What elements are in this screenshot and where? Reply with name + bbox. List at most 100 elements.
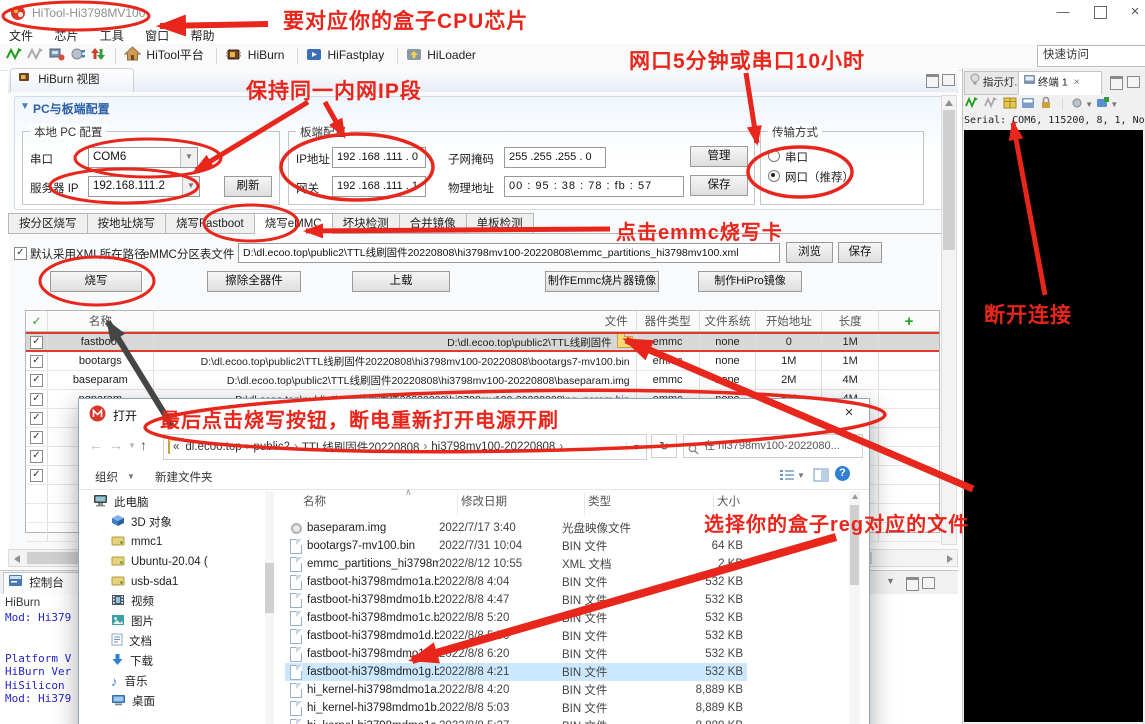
tree-item-videos[interactable]: 视频 — [111, 592, 154, 610]
history-dropdown-icon[interactable]: ▼ — [128, 441, 136, 450]
radio-serial[interactable] — [768, 150, 780, 162]
home-icon[interactable] — [124, 46, 141, 65]
minimize-button[interactable]: — — [1048, 0, 1078, 24]
view-list-icon[interactable] — [779, 468, 795, 485]
server-ip-dropdown-icon[interactable]: ▼ — [182, 177, 199, 196]
terminal-tab-close-icon[interactable]: × — [1074, 76, 1080, 88]
tree-scrollbar[interactable] — [265, 491, 274, 724]
check-all-icon[interactable]: ✓ — [26, 311, 48, 331]
file-row[interactable]: fastboot-hi3798mdmo1a.bin2022/8/8 4:04BI… — [285, 573, 747, 591]
make-hipro-image-button[interactable]: 制作HiPro镜像 — [698, 271, 802, 292]
file-row[interactable]: hi_kernel-hi3798mdmo1b.bin2022/8/8 5:03B… — [285, 699, 747, 717]
row-checkbox[interactable]: ✓ — [30, 393, 43, 406]
col-file[interactable]: 文件 — [154, 311, 637, 331]
board-ip-field[interactable]: 192 .168 .111 . 0 — [332, 147, 426, 168]
tree-item-mmc1[interactable]: mmc1 — [111, 533, 162, 551]
toolbar-hiloader[interactable]: HiLoader — [427, 48, 476, 62]
close-button[interactable]: × — [1124, 0, 1145, 24]
scrollbar-thumb[interactable] — [943, 110, 955, 250]
file-row[interactable]: emmc_partitions_hi3798mv100.xml2022/8/12… — [285, 555, 747, 573]
row-checkbox[interactable]: ✓ — [30, 374, 43, 387]
view-minimize-icon[interactable] — [926, 74, 939, 88]
file-row[interactable]: fastboot-hi3798mdmo1c.bin2022/8/8 5:20BI… — [285, 609, 747, 627]
terminal-disconnect-icon[interactable] — [983, 95, 999, 113]
search-input[interactable]: 在 hi3798mv100-2022080... — [683, 434, 863, 458]
plug-icon[interactable] — [69, 46, 87, 65]
menu-chip[interactable]: 芯片 — [45, 26, 87, 45]
terminal-new-icon[interactable] — [1096, 96, 1110, 112]
view-maximize-icon[interactable] — [942, 74, 955, 86]
dropdown-icon[interactable]: ▼ — [1085, 100, 1093, 109]
table-row-baseparam[interactable]: ✓ baseparam D:\dl.ecoo.top\public2\TTL线刷… — [26, 371, 939, 390]
disconnect-icon[interactable] — [26, 46, 44, 65]
table-row-bootargs[interactable]: ✓ bootargs D:\dl.ecoo.top\public2\TTL线刷固… — [26, 352, 939, 371]
tab-merge-image[interactable]: 合并镜像 — [400, 213, 467, 234]
tree-item-desktop[interactable]: 桌面 — [111, 692, 155, 710]
toolbar-hitool-platform[interactable]: HiTool平台 — [146, 48, 203, 62]
file-col-date[interactable]: 修改日期 — [458, 493, 585, 515]
preview-pane-icon[interactable] — [813, 468, 829, 485]
tree-item-downloads[interactable]: 下载 — [111, 652, 153, 670]
tab-emmc-burn[interactable]: 烧写eMMC — [255, 213, 333, 234]
file-row[interactable]: baseparam.img2022/7/17 3:40光盘映像文件 — [285, 519, 747, 537]
gateway-field[interactable]: 192 .168 .111 . 1 — [332, 176, 426, 197]
burn-config-icon[interactable] — [48, 46, 66, 65]
tree-item-this-pc[interactable]: 此电脑 — [93, 493, 149, 511]
file-row[interactable]: fastboot-hi3798mdmo1b.bin2022/8/8 4:47BI… — [285, 591, 747, 609]
menu-help[interactable]: 帮助 — [181, 26, 223, 45]
tab-board-check[interactable]: 单板检测 — [467, 213, 534, 234]
col-fs[interactable]: 文件系统 — [700, 311, 757, 331]
tab-partition-burn[interactable]: 按分区烧写 — [8, 213, 88, 234]
tree-item-pictures[interactable]: 图片 — [111, 612, 154, 630]
forward-icon[interactable]: → — [109, 437, 123, 453]
up-icon[interactable]: ↑ — [140, 437, 147, 453]
tab-address-burn[interactable]: 按地址烧写 — [88, 213, 167, 234]
terminal-settings-icon[interactable] — [1003, 96, 1018, 113]
file-col-type[interactable]: 类型 — [585, 493, 714, 515]
console-maximize-icon[interactable] — [922, 577, 935, 589]
view-dropdown-icon[interactable]: ▼ — [797, 471, 805, 480]
breadcrumb-item[interactable]: hi3798mv100-20220808 — [428, 441, 558, 453]
menu-tools[interactable]: 工具 — [91, 26, 133, 45]
new-folder-button[interactable]: 新建文件夹 — [155, 469, 213, 485]
view-vertical-scrollbar[interactable] — [941, 95, 957, 545]
server-ip-combobox[interactable]: 192.168.111.2 ▼ — [88, 176, 200, 197]
col-device[interactable]: 器件类型 — [637, 311, 700, 331]
menu-file[interactable]: 文件 — [0, 26, 42, 45]
make-emmc-image-button[interactable]: 制作Emmc烧片器镜像 — [545, 271, 659, 292]
col-start[interactable]: 开始地址 — [756, 311, 822, 331]
use-xml-path-checkbox[interactable]: ✓ — [14, 247, 27, 260]
file-browse-icon[interactable] — [617, 336, 633, 348]
section-collapse-icon[interactable]: ▼ — [20, 101, 30, 112]
tree-item-documents[interactable]: 文档 — [111, 632, 152, 650]
row-checkbox[interactable]: ✓ — [30, 355, 43, 368]
tree-item-3d-objects[interactable]: 3D 对象 — [111, 513, 172, 531]
col-length[interactable]: 长度 — [822, 311, 879, 331]
refresh-button[interactable]: 刷新 — [224, 176, 272, 197]
breadcrumb-root[interactable]: « — [170, 441, 182, 453]
terminal-console[interactable] — [964, 130, 1143, 722]
file-row[interactable]: hi_kernel-hi3798mdmo1a.bin2022/8/8 4:20B… — [285, 681, 747, 699]
terminal-window-icon[interactable] — [1021, 96, 1036, 113]
radio-network[interactable] — [768, 170, 780, 182]
scroll-right-icon[interactable] — [947, 555, 953, 563]
console-minimize-icon[interactable] — [906, 577, 919, 591]
organize-button[interactable]: 组织 — [95, 469, 118, 485]
row-checkbox[interactable]: ✓ — [30, 412, 43, 425]
row-checkbox[interactable]: ✓ — [30, 469, 43, 482]
terminal-profile-icon[interactable] — [1071, 96, 1085, 112]
toolbar-hifastplay[interactable]: HiFastplay — [328, 48, 385, 62]
row-checkbox[interactable]: ✓ — [30, 431, 43, 444]
file-row[interactable]: fastboot-hi3798mdmo1f.bin2022/8/8 6:20BI… — [285, 645, 747, 663]
browse-button[interactable]: 浏览 — [786, 242, 833, 263]
partition-table-path-input[interactable]: D:\dl.ecoo.top\public2\TTL线刷固件20220808\h… — [238, 243, 780, 263]
serial-port-combobox[interactable]: COM6 ▼ — [88, 147, 198, 168]
col-name[interactable]: 名称 — [48, 311, 154, 331]
erase-all-button[interactable]: 擦除全器件 — [207, 271, 301, 292]
console-menu-icon[interactable]: ▼ — [886, 576, 895, 586]
save-network-button[interactable]: 保存 — [690, 175, 748, 196]
breadcrumb[interactable]: « dl.ecoo.top› public2› TTL线刷固件20220808›… — [163, 434, 647, 460]
tab-badblock-check[interactable]: 坏块检测 — [333, 213, 400, 234]
tab-indicator-lights[interactable]: 指示灯... — [964, 71, 1026, 95]
serial-dropdown-icon[interactable]: ▼ — [180, 148, 197, 167]
